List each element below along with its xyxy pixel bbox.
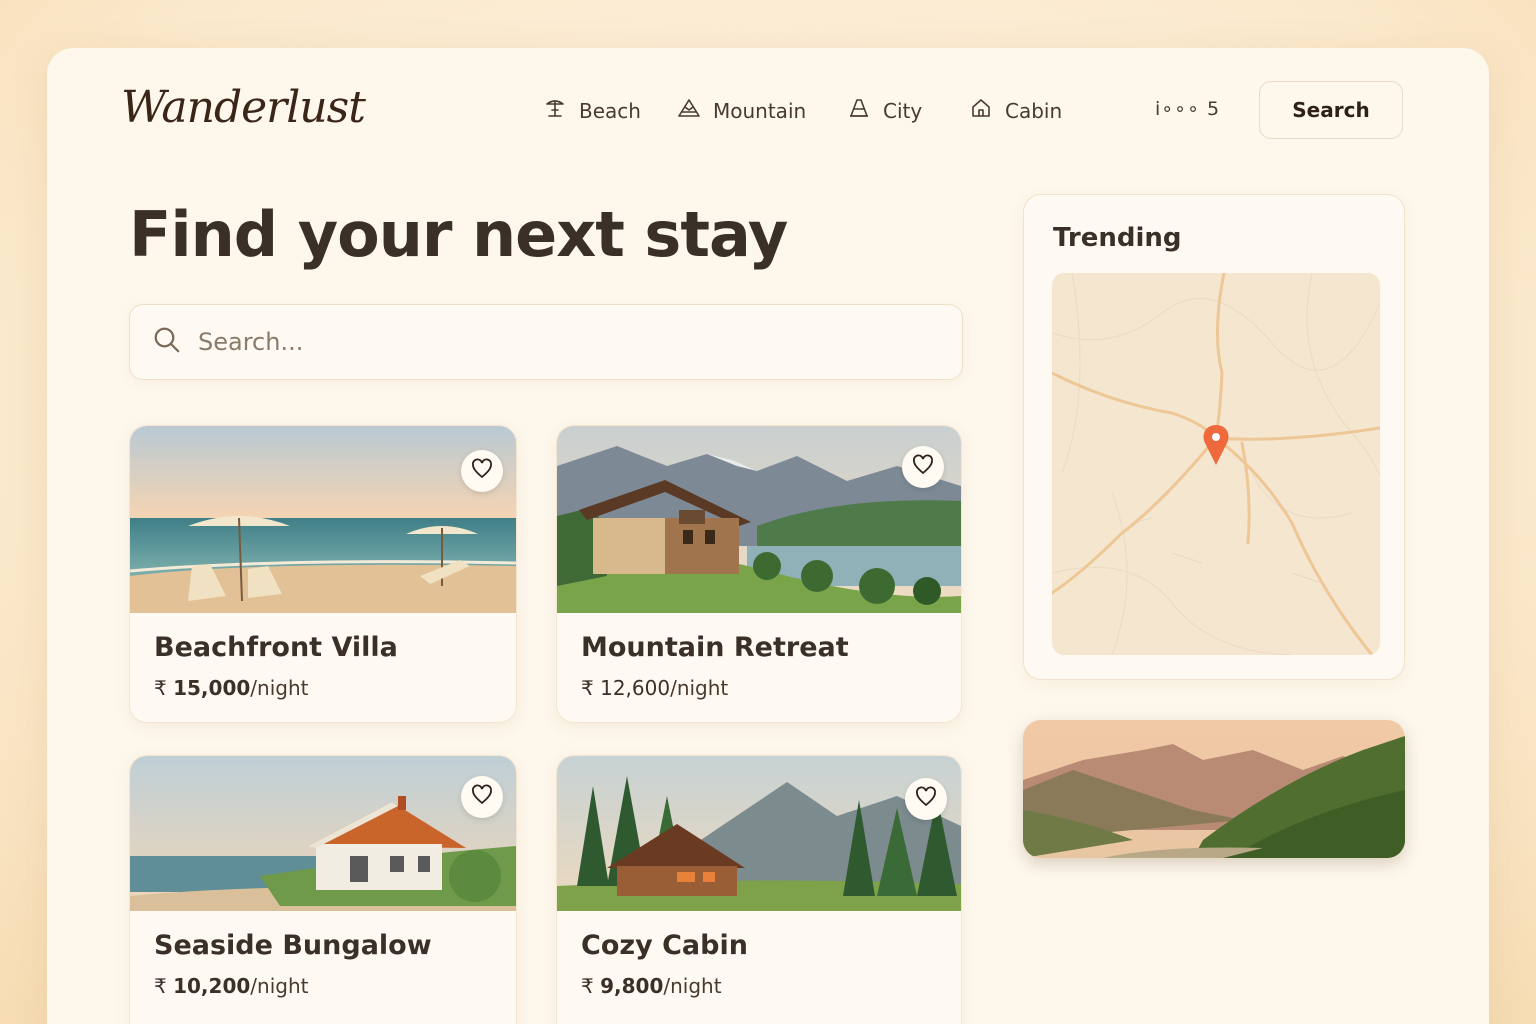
price-amount: 12,600: [600, 676, 671, 700]
price-amount: 9,800: [600, 974, 664, 998]
price-unit: /night: [250, 974, 309, 998]
listing-card-mountain-retreat[interactable]: Mountain Retreat ₹ 12,600/night: [556, 425, 962, 723]
logo[interactable]: Wanderlust: [121, 82, 366, 133]
price-unit: /night: [250, 676, 309, 700]
favorite-button[interactable]: [461, 450, 503, 492]
nav-label: Cabin: [1005, 98, 1063, 123]
listing-photo-beach: [130, 426, 516, 613]
listing-price: ₹ 10,200/night: [154, 974, 308, 998]
listing-card-beachfront-villa[interactable]: Beachfront Villa ₹ 15,000/night: [129, 425, 517, 723]
listing-card-cozy-cabin[interactable]: Cozy Cabin ₹ 9,800/night: [556, 755, 962, 1024]
app-window: Wanderlust Beach Mountain City Cabin i∘∘…: [47, 48, 1489, 1024]
nav-label: Beach: [579, 98, 641, 123]
heart-icon: [470, 457, 494, 485]
listing-name: Mountain Retreat: [581, 632, 849, 663]
search-bar[interactable]: [129, 304, 963, 380]
featured-photo-mountains[interactable]: [1023, 720, 1405, 858]
city-icon: [847, 96, 871, 125]
nav-label: City: [883, 98, 923, 123]
listing-photo-seaside: [130, 756, 516, 911]
favorite-button[interactable]: [461, 776, 503, 818]
nav-label: Mountain: [713, 98, 807, 123]
beach-umbrella-icon: [543, 96, 567, 125]
price-amount: 10,200: [173, 974, 251, 998]
counter-indicator[interactable]: i∘∘∘ 5: [1155, 98, 1220, 120]
nav-item-mountain[interactable]: Mountain: [677, 96, 806, 125]
listing-photo-cabin: [557, 756, 961, 911]
heart-icon: [470, 783, 494, 811]
listing-card-seaside-bungalow[interactable]: Seaside Bungalow ₹ 10,200/night: [129, 755, 517, 1024]
listing-name: Seaside Bungalow: [154, 930, 432, 961]
price-amount: 15,000: [173, 676, 251, 700]
currency-symbol: ₹: [581, 676, 594, 700]
listing-price: ₹ 15,000/night: [154, 676, 308, 700]
listing-name: Cozy Cabin: [581, 930, 748, 961]
search-icon: [130, 325, 182, 359]
listing-name: Beachfront Villa: [154, 632, 398, 663]
trending-title: Trending: [1053, 223, 1182, 253]
listing-price: ₹ 9,800/night: [581, 974, 722, 998]
listing-price: ₹ 12,600/night: [581, 676, 728, 700]
search-button[interactable]: Search: [1259, 81, 1403, 139]
listing-photo-mountain: [557, 426, 961, 613]
price-unit: /night: [663, 974, 722, 998]
price-unit: /night: [670, 676, 729, 700]
currency-symbol: ₹: [154, 974, 167, 998]
page-title: Find your next stay: [129, 198, 788, 271]
mountain-icon: [677, 96, 701, 125]
trending-panel: Trending: [1023, 194, 1405, 680]
favorite-button[interactable]: [902, 446, 944, 488]
nav-item-cabin[interactable]: Cabin: [969, 96, 1062, 125]
search-input[interactable]: [196, 327, 960, 357]
heart-icon: [911, 453, 935, 481]
currency-symbol: ₹: [154, 676, 167, 700]
favorite-button[interactable]: [905, 778, 947, 820]
nav-item-city[interactable]: City: [847, 96, 922, 125]
heart-icon: [914, 785, 938, 813]
trending-map[interactable]: [1052, 273, 1380, 655]
currency-symbol: ₹: [581, 974, 594, 998]
nav-item-beach[interactable]: Beach: [543, 96, 641, 125]
cabin-icon: [969, 96, 993, 125]
